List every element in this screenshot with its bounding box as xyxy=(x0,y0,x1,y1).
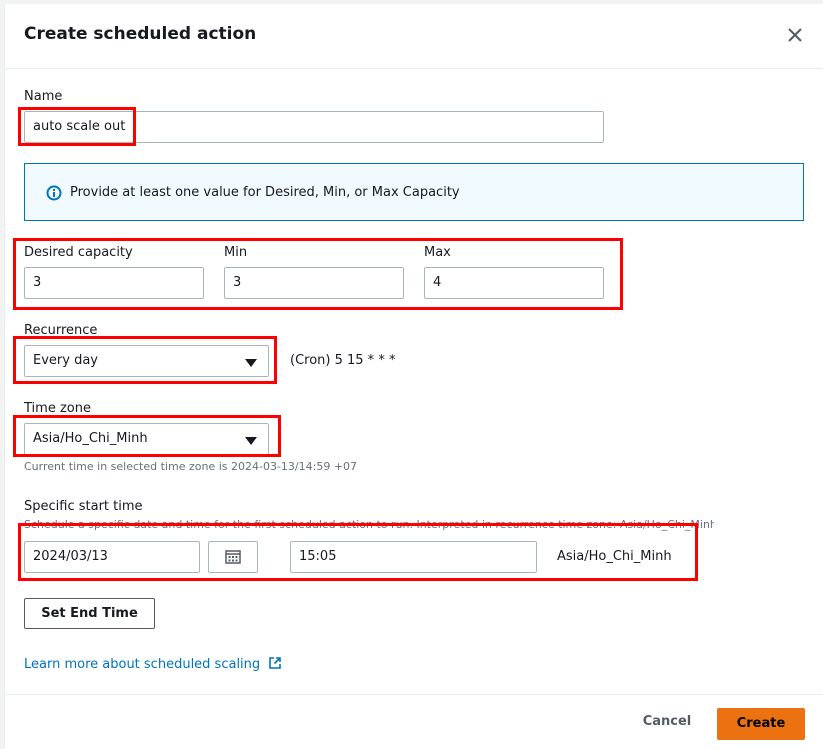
close-icon[interactable] xyxy=(784,24,806,46)
calendar-icon xyxy=(225,550,241,564)
name-input[interactable]: auto scale out xyxy=(24,111,604,143)
max-label: Max xyxy=(424,245,451,260)
caret-down-icon xyxy=(245,437,257,445)
create-button[interactable]: Create xyxy=(717,708,805,740)
learn-more-link[interactable]: Learn more about scheduled scaling xyxy=(24,656,282,672)
start-time-label: Specific start time xyxy=(24,499,143,514)
caret-down-icon xyxy=(245,359,257,367)
max-input[interactable]: 4 xyxy=(424,267,604,299)
info-icon xyxy=(46,185,62,201)
desired-capacity-input[interactable]: 3 xyxy=(24,267,204,299)
learn-more-label: Learn more about scheduled scaling xyxy=(24,657,261,672)
scheduled-action-dialog: Create scheduled action Name auto scale … xyxy=(4,4,823,749)
set-end-time-button[interactable]: Set End Time xyxy=(24,598,155,629)
calendar-button[interactable] xyxy=(208,541,258,573)
info-alert: Provide at least one value for Desired, … xyxy=(24,163,804,221)
min-label: Min xyxy=(224,245,248,260)
desired-capacity-label: Desired capacity xyxy=(24,245,133,260)
start-time-zone: Asia/Ho_Chi_Minh xyxy=(557,549,672,564)
footer-divider xyxy=(5,694,823,695)
cancel-button[interactable]: Cancel xyxy=(632,714,702,734)
min-input[interactable]: 3 xyxy=(224,267,404,299)
time-zone-label: Time zone xyxy=(24,401,91,416)
time-zone-select[interactable]: Asia/Ho_Chi_Minh xyxy=(24,423,269,455)
time-zone-selected-value: Asia/Ho_Chi_Minh xyxy=(33,431,148,446)
name-label: Name xyxy=(24,89,63,104)
recurrence-label: Recurrence xyxy=(24,323,98,338)
external-link-icon xyxy=(269,657,282,669)
recurrence-select[interactable]: Every day xyxy=(24,345,269,377)
cron-expression: (Cron) 5 15 * * * xyxy=(290,353,396,368)
time-zone-hint: Current time in selected time zone is 20… xyxy=(24,460,358,473)
start-time-input[interactable]: 15:05 xyxy=(290,541,537,573)
info-message: Provide at least one value for Desired, … xyxy=(70,185,460,200)
start-date-input[interactable]: 2024/03/13 xyxy=(24,541,200,573)
dialog-title: Create scheduled action xyxy=(24,24,257,44)
start-time-description: Schedule a specific date and time for th… xyxy=(24,518,714,531)
dialog-header: Create scheduled action xyxy=(5,4,823,69)
recurrence-selected-value: Every day xyxy=(33,353,98,368)
